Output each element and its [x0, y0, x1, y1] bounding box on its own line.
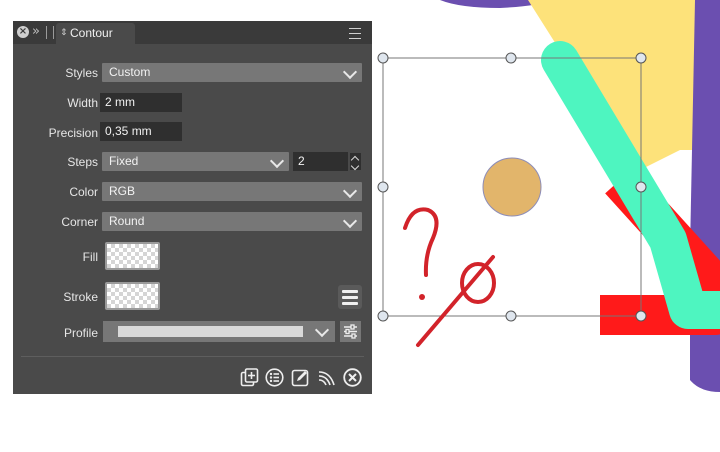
steps-count-field[interactable]: 2 [293, 152, 348, 171]
profile-settings-button[interactable] [340, 321, 361, 342]
contour-icon[interactable] [317, 368, 336, 387]
contour-panel: × » ⇕ Contour Styles Custom Width 2 mm P… [13, 21, 372, 394]
profile-dropdown[interactable] [103, 321, 335, 342]
steps-label: Steps [67, 155, 98, 169]
chevron-down-icon [342, 183, 358, 199]
stroke-swatch[interactable] [105, 282, 160, 310]
profile-label: Profile [63, 326, 98, 340]
empty-set-symbol [460, 262, 496, 304]
stroke-options-button[interactable] [338, 285, 362, 309]
color-label: Color [69, 185, 98, 199]
stroke-label: Stroke [63, 290, 98, 304]
add-document-icon[interactable] [240, 368, 259, 387]
color-dropdown[interactable]: RGB [102, 182, 362, 201]
styles-dropdown[interactable]: Custom [102, 63, 362, 82]
styles-label: Styles [65, 66, 98, 80]
grip-icon[interactable] [46, 26, 54, 39]
close-icon[interactable]: × [17, 26, 29, 38]
fill-label: Fill [82, 250, 98, 264]
corner-label: Corner [61, 215, 98, 229]
chevron-down-icon [342, 213, 358, 229]
styles-value: Custom [109, 65, 151, 79]
sliders-icon [344, 324, 357, 339]
chevron-down-icon[interactable] [350, 161, 360, 171]
panel-header: × » ⇕ Contour [13, 21, 372, 44]
chevron-down-icon [342, 64, 358, 80]
panel-menu-icon[interactable] [349, 28, 361, 39]
footer-divider [21, 356, 364, 357]
expand-arrows-icon: ⇕ [60, 28, 68, 38]
tab-contour[interactable]: ⇕ Contour [56, 23, 135, 44]
precision-field[interactable]: 0,35 mm [100, 122, 182, 141]
corner-value: Round [109, 214, 145, 228]
chevron-down-icon [314, 322, 330, 338]
width-field[interactable]: 2 mm [100, 93, 182, 112]
close-circle-icon[interactable] [343, 368, 362, 387]
color-value: RGB [109, 184, 136, 198]
corner-dropdown[interactable]: Round [102, 212, 362, 231]
steps-stepper[interactable] [350, 153, 361, 171]
steps-value: Fixed [109, 154, 139, 168]
canvas-question-mark [403, 207, 439, 277]
list-icon[interactable] [265, 368, 284, 387]
steps-dropdown[interactable]: Fixed [102, 152, 289, 171]
chevron-down-icon [269, 153, 285, 169]
collapse-icon[interactable]: » [32, 24, 40, 39]
width-label: Width [67, 96, 98, 110]
selected-circle [482, 157, 542, 217]
profile-preview [118, 326, 303, 337]
edit-icon[interactable] [291, 368, 310, 387]
fill-swatch[interactable] [105, 242, 160, 270]
precision-label: Precision [48, 126, 98, 140]
panel-title: Contour [70, 26, 113, 40]
